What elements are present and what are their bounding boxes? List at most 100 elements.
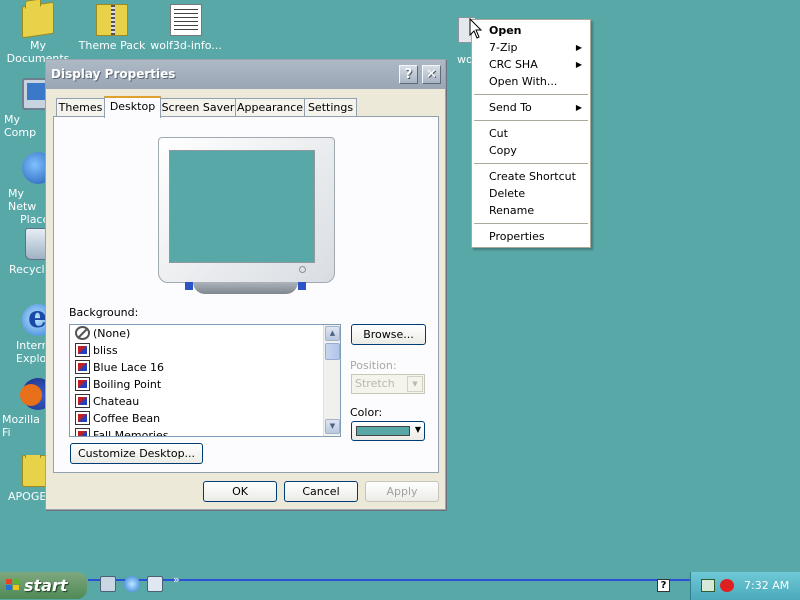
menu-item-cut[interactable]: Cut <box>489 125 586 142</box>
apply-button[interactable]: Apply <box>365 481 439 502</box>
menu-item-open[interactable]: Open <box>489 22 586 39</box>
firefox-icon <box>20 378 46 410</box>
monitor-preview <box>158 137 338 294</box>
none-icon <box>75 326 90 340</box>
scroll-up-icon[interactable]: ▲ <box>325 326 340 341</box>
list-item-label: Chateau <box>93 395 140 408</box>
close-button[interactable]: ✕ <box>422 65 441 84</box>
context-menu: Open 7-Zip ▶ CRC SHA ▶ Open With... Send T… <box>471 19 591 248</box>
menu-item-label: Delete <box>489 187 526 200</box>
media-player-icon[interactable] <box>147 576 163 592</box>
tab-screen-saver[interactable]: Screen Saver <box>160 98 236 117</box>
desktop-icon-apogee[interactable]: APOGE <box>0 455 46 503</box>
position-label: Position: <box>350 359 397 372</box>
position-select: Stretch ▼ <box>351 374 425 394</box>
desktop-icon-wolf3d-info[interactable]: wolf3d-info... <box>148 4 224 52</box>
tab-label: Themes <box>58 101 103 114</box>
list-item[interactable]: bliss <box>70 342 340 359</box>
desktop-icon-recycle-bin[interactable]: Recycle <box>0 228 46 276</box>
list-item-label: bliss <box>93 344 118 357</box>
desktop-icon-my-documents[interactable]: My Documents <box>0 1 76 65</box>
help-icon: ? <box>404 67 413 82</box>
menu-separator <box>474 223 588 224</box>
folder-icon <box>22 1 54 39</box>
scroll-thumb[interactable] <box>325 343 340 360</box>
display-properties-dialog: Display Properties ? ✕ Themes Desktop Sc… <box>45 59 446 510</box>
monitor-power-led <box>299 266 306 273</box>
desktop-icon-firefox[interactable]: Mozilla Fi <box>0 378 46 439</box>
button-label: Cancel <box>302 485 340 498</box>
menu-item-properties[interactable]: Properties <box>489 228 586 245</box>
recycle-bin-icon <box>25 228 46 260</box>
browse-button[interactable]: Browse... <box>351 324 426 345</box>
network-places-icon <box>22 152 46 184</box>
menu-item-copy[interactable]: Copy <box>489 142 586 159</box>
clock[interactable]: 7:32 AM <box>744 579 789 592</box>
menu-item-label: Properties <box>489 230 545 243</box>
menu-item-7zip[interactable]: 7-Zip ▶ <box>489 39 586 56</box>
chevron-down-icon: ▼ <box>414 425 421 434</box>
start-button[interactable]: start <box>0 572 87 599</box>
menu-item-delete[interactable]: Delete <box>489 185 586 202</box>
button-label: OK <box>232 485 248 498</box>
color-picker-button[interactable]: ▼ <box>351 421 425 441</box>
menu-item-send-to[interactable]: Send To ▶ <box>489 99 586 116</box>
desktop-icon-network-places[interactable]: My Netw Place <box>0 152 46 226</box>
menu-item-create-shortcut[interactable]: Create Shortcut <box>489 168 586 185</box>
menu-separator <box>474 163 588 164</box>
menu-item-label: Cut <box>489 127 508 140</box>
scroll-down-icon[interactable]: ▼ <box>325 419 340 434</box>
desktop-icon-label: APOGE <box>8 490 46 503</box>
submenu-arrow-icon: ▶ <box>575 60 582 69</box>
windows-logo-icon <box>6 579 20 592</box>
list-item[interactable]: (None) <box>70 325 340 342</box>
close-icon: ✕ <box>426 67 437 82</box>
desktop-icon-label: Place <box>20 213 46 226</box>
image-file-icon <box>75 394 90 408</box>
menu-item-label: Send To <box>489 101 532 114</box>
cancel-button[interactable]: Cancel <box>284 481 358 502</box>
desktop-icon-label: Intern <box>16 339 46 352</box>
tab-label: Desktop <box>109 100 156 113</box>
image-file-icon <box>75 343 90 357</box>
menu-item-open-with[interactable]: Open With... <box>489 73 586 90</box>
desktop-icon-internet-explorer[interactable]: Intern Explo <box>0 304 46 365</box>
desktop-icon-my-computer[interactable]: My Comp <box>0 78 46 139</box>
tab-settings[interactable]: Settings <box>304 98 357 117</box>
desktop-icon-label: Theme Pack <box>78 39 146 52</box>
monitor-frame <box>158 137 335 283</box>
list-item[interactable]: Chateau <box>70 393 340 410</box>
tab-label: Settings <box>307 101 354 114</box>
color-swatch <box>356 426 410 436</box>
menu-item-crc-sha[interactable]: CRC SHA ▶ <box>489 56 586 73</box>
help-button[interactable]: ? <box>399 65 418 84</box>
desktop-icon-label: My Comp <box>4 113 37 139</box>
list-item[interactable]: Boiling Point <box>70 376 340 393</box>
dialog-titlebar[interactable]: Display Properties ? ✕ <box>46 60 445 89</box>
security-alert-icon[interactable] <box>720 579 734 592</box>
list-item-label: Blue Lace 16 <box>93 361 165 374</box>
monitor-stand <box>185 282 306 294</box>
tab-desktop[interactable]: Desktop <box>104 96 161 118</box>
background-list[interactable]: (None) bliss Blue Lace 16 Boiling Point … <box>69 324 341 437</box>
network-icon[interactable] <box>701 579 715 592</box>
ok-button[interactable]: OK <box>203 481 277 502</box>
text-document-icon <box>170 4 202 36</box>
desktop-icon-label: Recycle <box>9 263 46 276</box>
menu-item-rename[interactable]: Rename <box>489 202 586 219</box>
chevron-right-icon[interactable]: » <box>173 573 180 586</box>
list-item[interactable]: Blue Lace 16 <box>70 359 340 376</box>
zip-folder-icon <box>96 4 128 36</box>
list-scrollbar[interactable]: ▲ ▼ <box>323 325 340 436</box>
show-desktop-icon[interactable] <box>100 576 116 592</box>
image-file-icon <box>75 411 90 425</box>
taskbar: start » ? 7:32 AM <box>0 570 800 600</box>
help-icon[interactable]: ? <box>657 579 670 592</box>
list-item[interactable]: Fall Memories <box>70 427 340 436</box>
tab-appearance[interactable]: Appearance <box>235 98 305 117</box>
internet-explorer-icon[interactable] <box>124 576 140 592</box>
desktop-icon-theme-pack[interactable]: Theme Pack <box>74 4 150 52</box>
customize-desktop-button[interactable]: Customize Desktop... <box>70 443 203 464</box>
list-item[interactable]: Coffee Bean <box>70 410 340 427</box>
tab-themes[interactable]: Themes <box>56 98 105 117</box>
